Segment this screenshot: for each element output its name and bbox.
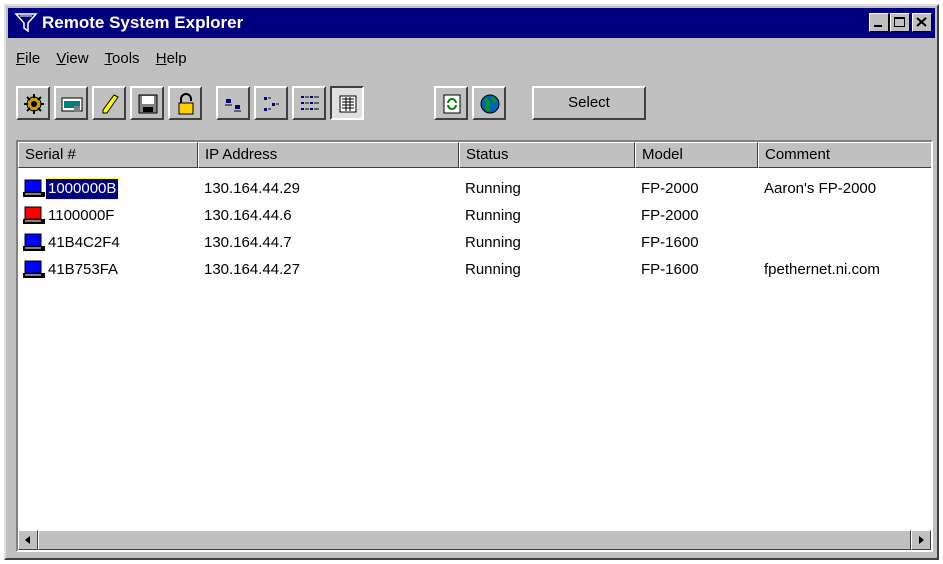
network-card-button[interactable]	[54, 86, 88, 120]
globe-icon	[480, 94, 500, 114]
computer-red-icon	[23, 206, 45, 224]
cell-ip-address: 130.164.44.6	[204, 207, 292, 224]
column-header-ip-address[interactable]: IP Address	[198, 142, 459, 168]
large-icons-view-icon	[225, 99, 241, 112]
cell-model: FP-2000	[641, 207, 699, 224]
settings-button[interactable]	[16, 86, 50, 120]
save-button[interactable]	[130, 86, 164, 120]
refresh-icon	[443, 94, 461, 114]
cell-ip-address: 130.164.44.29	[204, 180, 300, 197]
minimize-icon	[874, 25, 882, 27]
details-view-icon	[339, 95, 357, 113]
pencil-icon	[102, 94, 119, 114]
column-header-status[interactable]: Status	[459, 142, 635, 168]
list-view-button[interactable]	[292, 86, 326, 120]
settings-icon	[24, 94, 44, 114]
menu-help[interactable]: Help	[156, 50, 187, 67]
cell-status: Running	[465, 234, 521, 251]
cell-status: Running	[465, 180, 521, 197]
lock-icon	[178, 93, 194, 115]
table-row[interactable]: 41B4C2F4 130.164.44.7 Running FP-1600	[18, 230, 931, 257]
cell-model: FP-1600	[641, 234, 699, 251]
cell-serial: 1000000B	[44, 178, 120, 200]
cell-status: Running	[465, 261, 521, 278]
cell-serial: 41B4C2F4	[48, 234, 120, 251]
cell-ip-address: 130.164.44.7	[204, 234, 292, 251]
horizontal-scrollbar[interactable]	[18, 530, 931, 550]
details-view-button[interactable]	[330, 86, 364, 120]
computer-blue-icon	[23, 260, 45, 278]
scroll-left-button[interactable]	[18, 530, 38, 550]
title-bar[interactable]: Remote System Explorer	[8, 8, 935, 38]
column-header-comment[interactable]: Comment	[758, 142, 931, 168]
close-button[interactable]	[912, 13, 932, 32]
scroll-left-icon	[25, 536, 30, 544]
save-icon	[138, 94, 158, 114]
close-icon	[916, 17, 927, 27]
menu-tools[interactable]: Tools	[105, 50, 140, 67]
lock-button[interactable]	[168, 86, 202, 120]
system-list[interactable]: Serial # IP Address Status Model Comment…	[16, 140, 933, 552]
maximize-icon	[894, 17, 905, 27]
small-icons-view-icon	[264, 97, 279, 111]
cell-serial: 41B753FA	[48, 261, 119, 278]
cell-model: FP-2000	[641, 180, 699, 197]
scroll-right-button[interactable]	[911, 530, 931, 550]
window-title: Remote System Explorer	[42, 13, 244, 32]
table-row[interactable]: 41B753FA 130.164.44.27 Running FP-1600 f…	[18, 257, 931, 284]
globe-button[interactable]	[472, 86, 506, 120]
cell-comment: fpethernet.ni.com	[764, 261, 880, 278]
cell-ip-address: 130.164.44.27	[204, 261, 300, 278]
refresh-button[interactable]	[434, 86, 468, 120]
menu-view[interactable]: View	[56, 50, 88, 67]
network-card-icon	[61, 97, 83, 112]
cell-serial: 1100000F	[48, 207, 115, 224]
table-row[interactable]: 1000000B 130.164.44.29 Running FP-2000 A…	[18, 176, 931, 203]
app-logo-icon	[14, 13, 38, 33]
list-header: Serial # IP Address Status Model Comment	[18, 142, 931, 168]
maximize-button[interactable]	[890, 13, 910, 32]
menu-file[interactable]: File	[16, 50, 40, 67]
scroll-right-icon	[919, 536, 924, 544]
scrollbar-thumb[interactable]	[38, 530, 911, 550]
large-icons-view-button[interactable]	[216, 86, 250, 120]
column-header-model[interactable]: Model	[635, 142, 758, 168]
column-header-serial[interactable]: Serial #	[18, 142, 198, 168]
computer-blue-icon	[23, 233, 45, 251]
pencil-button[interactable]	[92, 86, 126, 120]
minimize-button[interactable]	[869, 13, 889, 32]
menu-bar: File View Tools Help	[16, 50, 199, 72]
table-row[interactable]: 1100000F 130.164.44.6 Running FP-2000	[18, 203, 931, 230]
computer-blue-icon	[23, 179, 45, 197]
cell-comment: Aaron's FP-2000	[764, 180, 877, 197]
select-button[interactable]: Select	[532, 86, 646, 120]
app-window: Remote System Explorer File View Tools H…	[4, 4, 939, 560]
small-icons-view-button[interactable]	[254, 86, 288, 120]
cell-model: FP-1600	[641, 261, 699, 278]
cell-status: Running	[465, 207, 521, 224]
list-view-icon	[301, 96, 319, 110]
